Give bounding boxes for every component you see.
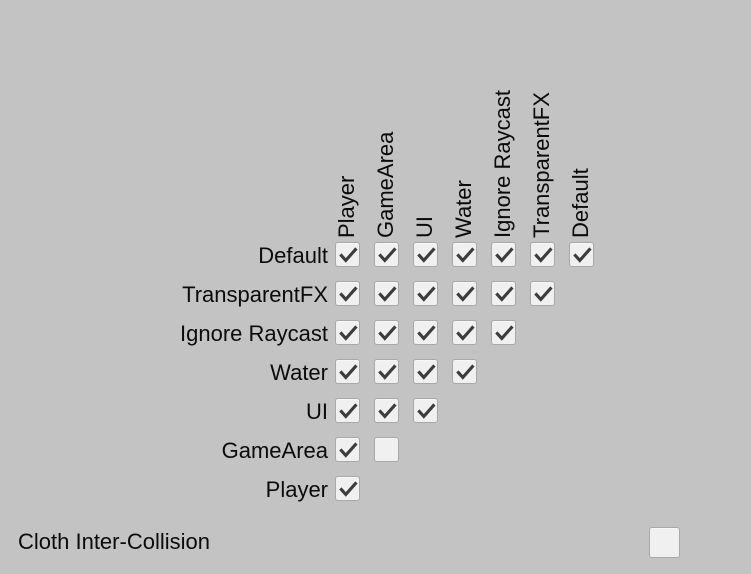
matrix-checkbox[interactable] <box>452 359 477 384</box>
check-icon <box>378 364 397 380</box>
check-icon <box>495 286 514 302</box>
matrix-column-header: GameArea <box>373 131 398 238</box>
check-icon <box>456 364 475 380</box>
check-icon <box>339 364 358 380</box>
check-icon <box>534 286 553 302</box>
check-icon <box>378 325 397 341</box>
check-icon <box>417 403 436 419</box>
matrix-row: Default <box>0 242 751 281</box>
matrix-checkbox[interactable] <box>335 437 360 462</box>
check-icon <box>339 403 358 419</box>
check-icon <box>339 481 358 497</box>
matrix-column-header: Player <box>334 175 359 238</box>
matrix-row-label: TransparentFX <box>182 282 328 307</box>
check-icon <box>339 442 358 458</box>
check-icon <box>378 247 397 263</box>
matrix-checkbox[interactable] <box>335 242 360 267</box>
cloth-inter-collision-checkbox[interactable] <box>649 527 680 558</box>
matrix-row-label: Water <box>270 360 328 385</box>
matrix-checkbox[interactable] <box>374 437 399 462</box>
matrix-checkbox[interactable] <box>413 320 438 345</box>
matrix-row: GameArea <box>0 437 751 476</box>
matrix-checkbox[interactable] <box>413 359 438 384</box>
matrix-checkbox[interactable] <box>374 281 399 306</box>
matrix-checkbox[interactable] <box>335 476 360 501</box>
matrix-checkbox[interactable] <box>491 242 516 267</box>
check-icon <box>573 247 592 263</box>
check-icon <box>339 247 358 263</box>
matrix-checkbox[interactable] <box>413 398 438 423</box>
matrix-column-header: UI <box>412 216 437 238</box>
matrix-checkbox[interactable] <box>374 398 399 423</box>
matrix-checkbox[interactable] <box>452 242 477 267</box>
cloth-inter-collision-label: Cloth Inter-Collision <box>18 529 210 554</box>
matrix-checkbox[interactable] <box>374 320 399 345</box>
check-icon <box>417 247 436 263</box>
matrix-column-header: Ignore Raycast <box>490 90 515 238</box>
check-icon <box>339 286 358 302</box>
matrix-checkbox[interactable] <box>413 281 438 306</box>
check-icon <box>456 286 475 302</box>
matrix-row: Ignore Raycast <box>0 320 751 359</box>
matrix-checkbox[interactable] <box>335 359 360 384</box>
matrix-checkbox[interactable] <box>530 281 555 306</box>
matrix-column-headers: Player GameArea UI Water Ignore Raycast Trans… <box>0 0 751 240</box>
matrix-row: TransparentFX <box>0 281 751 320</box>
check-icon <box>417 364 436 380</box>
matrix-checkbox[interactable] <box>374 359 399 384</box>
matrix-checkbox[interactable] <box>374 242 399 267</box>
matrix-row: Water <box>0 359 751 398</box>
matrix-row: Player <box>0 476 751 515</box>
check-icon <box>339 325 358 341</box>
matrix-row-label: Default <box>258 243 328 268</box>
check-icon <box>378 286 397 302</box>
matrix-checkbox[interactable] <box>335 281 360 306</box>
matrix-checkbox[interactable] <box>413 242 438 267</box>
matrix-checkbox[interactable] <box>491 281 516 306</box>
matrix-column-header: Water <box>451 180 476 238</box>
check-icon <box>456 247 475 263</box>
matrix-row: UI <box>0 398 751 437</box>
check-icon <box>378 403 397 419</box>
matrix-checkbox[interactable] <box>491 320 516 345</box>
matrix-column-header: TransparentFX <box>529 92 554 238</box>
cloth-inter-collision-row: Cloth Inter-Collision <box>0 526 751 560</box>
matrix-checkbox[interactable] <box>335 398 360 423</box>
check-icon <box>417 325 436 341</box>
layer-collision-matrix-panel: Player GameArea UI Water Ignore Raycast Trans… <box>0 0 751 574</box>
matrix-column-header: Default <box>568 168 593 238</box>
matrix-checkbox[interactable] <box>335 320 360 345</box>
check-icon <box>495 247 514 263</box>
matrix-row-label: GameArea <box>221 438 328 463</box>
check-icon <box>417 286 436 302</box>
check-icon <box>456 325 475 341</box>
matrix-checkbox[interactable] <box>530 242 555 267</box>
matrix-checkbox[interactable] <box>569 242 594 267</box>
matrix-checkbox[interactable] <box>452 320 477 345</box>
matrix-row-label: UI <box>306 399 328 424</box>
check-icon <box>534 247 553 263</box>
matrix-rows: Default TransparentFX Ignore Raycast Water U… <box>0 242 751 515</box>
matrix-row-label: Ignore Raycast <box>180 321 328 346</box>
matrix-row-label: Player <box>265 477 328 502</box>
matrix-checkbox[interactable] <box>452 281 477 306</box>
check-icon <box>495 325 514 341</box>
